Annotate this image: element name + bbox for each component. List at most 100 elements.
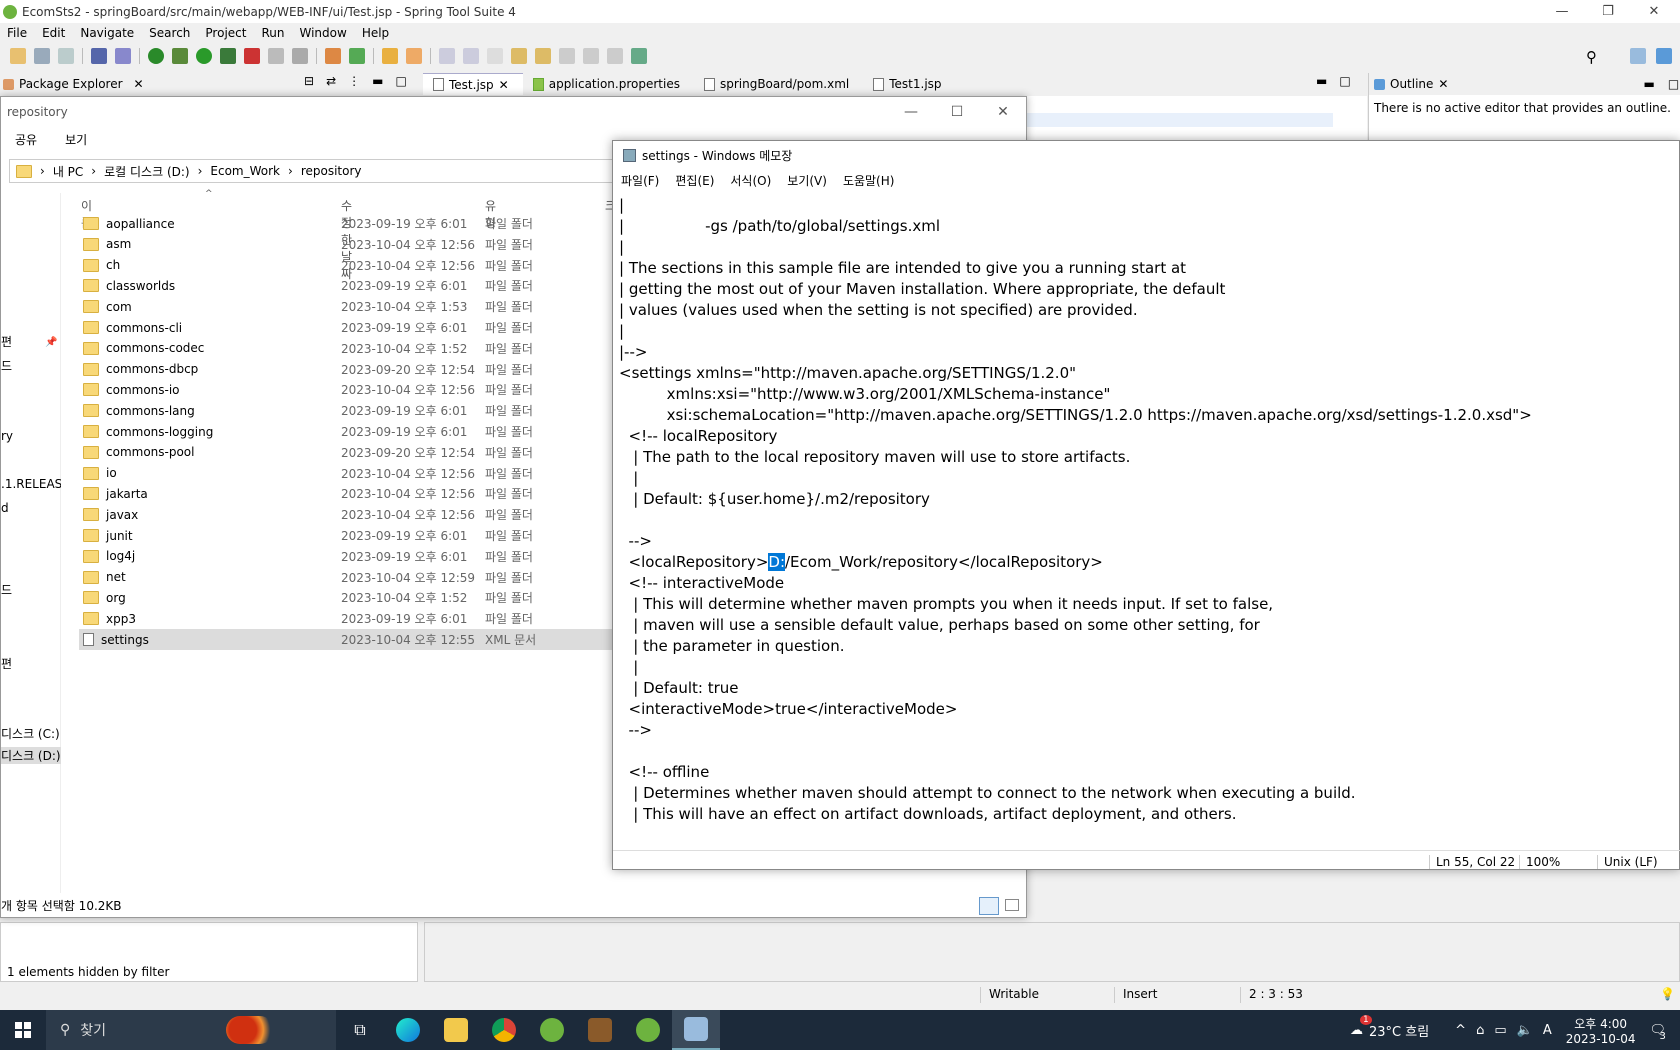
taskbar-file-explorer[interactable]: [432, 1010, 480, 1050]
menu-window[interactable]: Window: [292, 26, 354, 40]
view-menu-icon[interactable]: ⋮: [348, 74, 360, 88]
breadcrumb-ecom-work[interactable]: Ecom_Work: [210, 164, 280, 178]
breadcrumb-this-pc[interactable]: 내 PC: [53, 163, 83, 180]
nav-item[interactable]: 드: [1, 357, 61, 374]
file-row[interactable]: asm 2023-10-04 오후 12:56 파일 폴더: [79, 234, 619, 255]
file-row[interactable]: commons-dbcp 2023-09-20 오후 12:54 파일 폴더: [79, 359, 619, 380]
collapse-all-icon[interactable]: ⊟: [304, 74, 314, 88]
file-row[interactable]: io 2023-10-04 오후 12:56 파일 폴더: [79, 463, 619, 484]
boot-dashboard-icon[interactable]: [148, 48, 164, 64]
nav-item[interactable]: 편: [1, 655, 61, 672]
file-row[interactable]: commons-codec 2023-10-04 오후 1:52 파일 폴더: [79, 338, 619, 359]
display-icon[interactable]: ▭: [1494, 1023, 1506, 1038]
start-button[interactable]: [0, 1010, 46, 1050]
block-selection-icon[interactable]: [463, 48, 479, 64]
taskbar-notepad[interactable]: [672, 1010, 720, 1050]
menu-project[interactable]: Project: [198, 26, 254, 40]
minimize-button[interactable]: —: [1540, 0, 1584, 23]
file-row[interactable]: xpp3 2023-09-19 오후 6:01 파일 폴더: [79, 608, 619, 629]
terminal-icon[interactable]: [91, 48, 107, 64]
selected-text[interactable]: D:: [768, 553, 785, 571]
file-row[interactable]: commons-io 2023-10-04 오후 12:56 파일 폴더: [79, 379, 619, 400]
forward-icon[interactable]: [607, 48, 623, 64]
file-row[interactable]: junit 2023-09-19 오후 6:01 파일 폴더: [79, 525, 619, 546]
menu-help[interactable]: Help: [355, 26, 397, 40]
close-button[interactable]: ✕: [1632, 0, 1676, 23]
tab-application-properties[interactable]: application.properties: [523, 73, 694, 95]
breadcrumb-repository[interactable]: repository: [301, 164, 362, 178]
debug-icon[interactable]: [172, 48, 188, 64]
menu-edit[interactable]: 편집(E): [675, 172, 714, 189]
menu-file[interactable]: 파일(F): [621, 172, 659, 189]
taskbar-app[interactable]: [576, 1010, 624, 1050]
address-bar[interactable]: › 내 PC › 로컬 디스크 (D:) › Ecom_Work › repos…: [9, 159, 619, 183]
taskbar-sts-2[interactable]: [624, 1010, 672, 1050]
file-row[interactable]: log4j 2023-09-19 오후 6:01 파일 폴더: [79, 546, 619, 567]
ribbon-share-tab[interactable]: 공유: [15, 131, 37, 148]
pin-editor-icon[interactable]: [631, 48, 647, 64]
tab-test1-jsp[interactable]: Test1.jsp: [863, 73, 955, 95]
coverage-icon[interactable]: [220, 48, 236, 64]
file-row[interactable]: commons-cli 2023-09-19 오후 6:01 파일 폴더: [79, 317, 619, 338]
close-icon[interactable]: ✕: [1438, 77, 1448, 91]
file-row[interactable]: commons-lang 2023-09-19 오후 6:01 파일 폴더: [79, 400, 619, 421]
taskbar-chrome[interactable]: [480, 1010, 528, 1050]
menu-search[interactable]: Search: [142, 26, 198, 40]
new-package-icon[interactable]: [325, 48, 341, 64]
tab-test-jsp[interactable]: Test.jsp ✕: [423, 73, 523, 95]
save-icon[interactable]: [34, 48, 50, 64]
minimize-view-icon[interactable]: ▬: [1316, 74, 1327, 88]
disconnect-icon[interactable]: [292, 48, 308, 64]
skip-breakpoints-icon[interactable]: [115, 48, 131, 64]
minimize-button[interactable]: —: [888, 97, 934, 127]
clock[interactable]: 오후 4:00 2023-10-04: [1566, 1015, 1636, 1046]
network-icon[interactable]: ⌂: [1476, 1023, 1484, 1038]
file-row[interactable]: com 2023-10-04 오후 1:53 파일 폴더: [79, 296, 619, 317]
last-edit-icon[interactable]: [559, 48, 575, 64]
maximize-button[interactable]: ❐: [1586, 0, 1630, 23]
menu-view[interactable]: 보기(V): [787, 172, 827, 189]
taskbar-sts-1[interactable]: [528, 1010, 576, 1050]
toggle-mark-icon[interactable]: [439, 48, 455, 64]
menu-format[interactable]: 서식(O): [730, 172, 771, 189]
next-annotation-icon[interactable]: [511, 48, 527, 64]
weather-icon[interactable]: ☁ 1: [1350, 1014, 1372, 1038]
taskbar-search[interactable]: ⚲ 찾기: [46, 1010, 336, 1050]
file-row[interactable]: commons-logging 2023-09-19 오후 6:01 파일 폴더: [79, 421, 619, 442]
volume-icon[interactable]: 🔈: [1517, 1023, 1533, 1038]
weather-text[interactable]: 23°C 흐림: [1369, 1021, 1429, 1040]
maximize-view-icon[interactable]: □: [1339, 74, 1350, 88]
nav-item[interactable]: d: [1, 501, 61, 515]
search-icon[interactable]: ⚲: [1586, 48, 1597, 66]
nav-item[interactable]: 드: [1, 581, 61, 598]
file-row[interactable]: net 2023-10-04 오후 12:59 파일 폴더: [79, 567, 619, 588]
new-icon[interactable]: [10, 48, 26, 64]
java-perspective-icon[interactable]: [1656, 48, 1672, 64]
menu-navigate[interactable]: Navigate: [73, 26, 142, 40]
outline-tab[interactable]: Outline ✕ ▬ □: [1369, 73, 1680, 95]
save-all-icon[interactable]: [58, 48, 74, 64]
maximize-view-icon[interactable]: □: [395, 74, 406, 88]
file-row[interactable]: jakarta 2023-10-04 오후 12:56 파일 폴더: [79, 483, 619, 504]
editor-area[interactable]: [1027, 96, 1367, 141]
ime-indicator[interactable]: A: [1543, 1023, 1552, 1038]
package-explorer-tree[interactable]: 1 elements hidden by filter: [0, 922, 418, 982]
open-perspective-icon[interactable]: [1630, 48, 1646, 64]
stop-icon[interactable]: [268, 48, 284, 64]
file-row[interactable]: ch 2023-10-04 오후 12:56 파일 폴더: [79, 255, 619, 276]
minimize-view-icon[interactable]: ▬: [372, 74, 383, 88]
maximize-view-icon[interactable]: □: [1668, 77, 1679, 91]
menu-edit[interactable]: Edit: [35, 26, 73, 40]
new-class-icon[interactable]: [349, 48, 365, 64]
run-icon[interactable]: [196, 48, 212, 64]
taskbar-edge[interactable]: [384, 1010, 432, 1050]
nav-item-drive-d[interactable]: 디스크 (D:): [1, 747, 61, 764]
breadcrumb-local-disk[interactable]: 로컬 디스크 (D:): [104, 163, 189, 180]
link-editor-icon[interactable]: ⇄: [326, 74, 336, 88]
notification-icon[interactable]: 🗨 3: [1649, 1023, 1666, 1042]
close-button[interactable]: ✕: [980, 97, 1026, 127]
external-tools-icon[interactable]: [244, 48, 260, 64]
search-tool-icon[interactable]: [406, 48, 422, 64]
file-row[interactable]: settings 2023-10-04 오후 12:55 XML 문서: [79, 629, 619, 650]
package-explorer-tab[interactable]: Package Explorer ✕: [3, 73, 144, 95]
